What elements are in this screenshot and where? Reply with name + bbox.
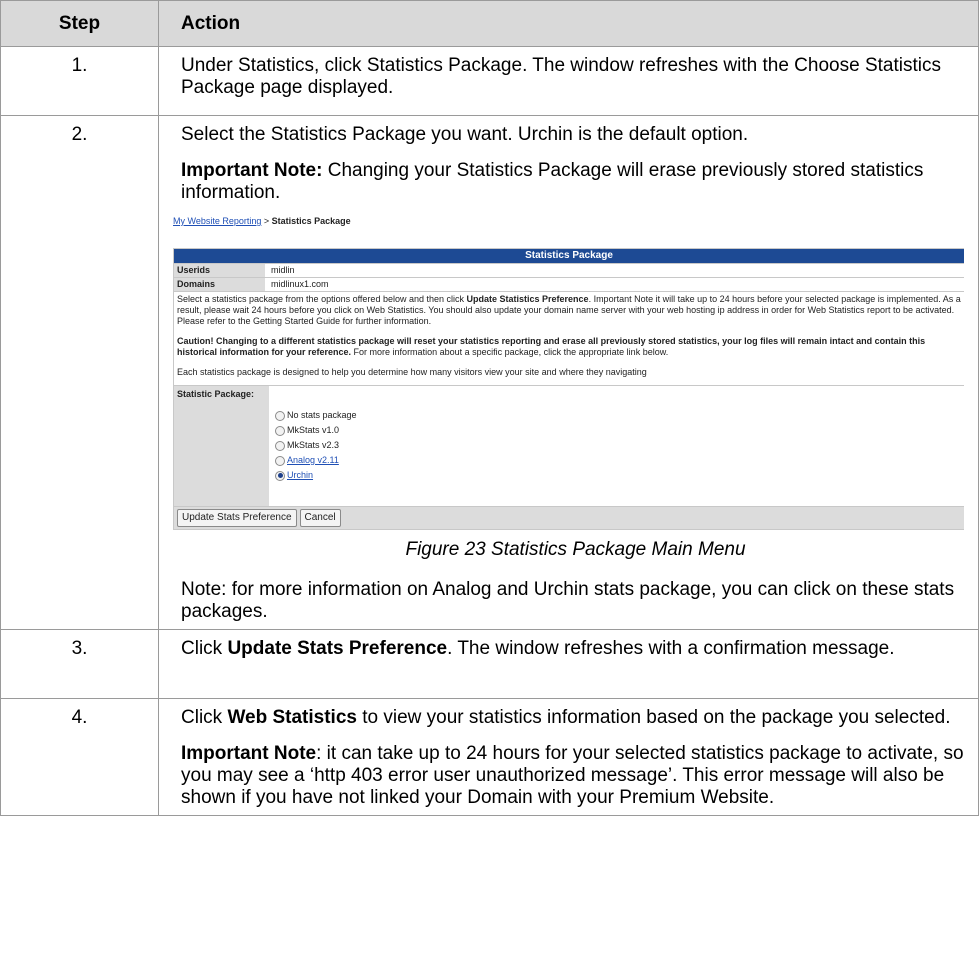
package-label: Statistic Package: <box>174 386 269 506</box>
domains-row: Domains midlinux1.com <box>174 277 964 291</box>
after-note: Note: for more information on Analog and… <box>181 579 955 622</box>
option-label: No stats package <box>287 410 357 420</box>
breadcrumb-separator: > <box>261 216 272 226</box>
table-row: 1. Under Statistics, click Statistics Pa… <box>0 46 979 116</box>
step-header: Step <box>0 0 159 47</box>
table-row: 3. Click Update Stats Preference. The wi… <box>0 629 979 699</box>
breadcrumb-link[interactable]: My Website Reporting <box>173 216 261 226</box>
option-label: MkStats v2.3 <box>287 440 340 450</box>
intro-text: Select a statistics package from the opt… <box>177 294 961 327</box>
step-text: Under Statistics, click Statistics Packa… <box>181 55 941 98</box>
note-label: Important Note: <box>181 160 323 181</box>
intro-bold: Update Statistics Preference <box>466 294 589 304</box>
each-text: Each statistics package is designed to h… <box>177 367 647 377</box>
package-section: Statistic Package: No stats package MkSt… <box>174 385 964 506</box>
important-note: Important Note: it can take up to 24 hou… <box>181 743 970 809</box>
statistics-package-screenshot: My Website Reporting > Statistics Packag… <box>173 216 964 530</box>
analog-link[interactable]: Analog v2.11 <box>287 455 339 466</box>
radio-icon[interactable] <box>275 440 285 451</box>
domains-label: Domains <box>174 278 265 291</box>
step-text: Click Update Stats Preference. The windo… <box>181 638 970 660</box>
step-number: 2. <box>0 115 159 630</box>
table-row: 2. Select the Statistics Package you wan… <box>0 115 979 630</box>
domains-value: midlinux1.com <box>271 279 329 289</box>
option-no-stats[interactable]: No stats package <box>275 408 357 423</box>
panel-title: Statistics Package <box>174 249 964 263</box>
caution-post: For more information about a specific pa… <box>351 347 669 357</box>
step-action: Select the Statistics Package you want. … <box>158 115 979 630</box>
userids-value: midlin <box>271 265 295 275</box>
step-action: Under Statistics, click Statistics Packa… <box>158 46 979 116</box>
radio-icon[interactable] <box>275 455 285 466</box>
statistics-package-panel: Statistics Package Userids midlin Domain… <box>173 248 964 530</box>
intro-pre: Select a statistics package from the opt… <box>177 294 467 304</box>
step-number: 3. <box>0 629 159 699</box>
userids-label: Userids <box>174 264 265 277</box>
radio-icon[interactable] <box>275 425 285 436</box>
update-stats-button[interactable]: Update Stats Preference <box>177 509 297 527</box>
step-action: Click Update Stats Preference. The windo… <box>158 629 979 699</box>
text-bold: Update Stats Preference <box>227 638 448 659</box>
step-text: Click Web Statistics to view your statis… <box>181 707 970 729</box>
text-pre: Click <box>181 707 228 728</box>
option-urchin[interactable]: Urchin <box>275 468 357 483</box>
text-post: to view your statistics information base… <box>356 707 951 728</box>
package-options: No stats package MkStats v1.0 MkStats v2… <box>269 386 357 506</box>
radio-selected-icon[interactable] <box>275 470 285 481</box>
option-label: MkStats v1.0 <box>287 425 340 435</box>
table-row: 4. Click Web Statistics to view your sta… <box>0 698 979 816</box>
text-bold: Web Statistics <box>227 707 357 728</box>
button-row: Update Stats Preference Cancel <box>174 506 964 529</box>
table-header-row: Step Action <box>0 0 979 47</box>
breadcrumb: My Website Reporting > Statistics Packag… <box>173 216 963 248</box>
step-action: Click Web Statistics to view your statis… <box>158 698 979 816</box>
document-page: Step Action 1. Under Statistics, click S… <box>0 0 979 816</box>
breadcrumb-current: Statistics Package <box>271 216 351 226</box>
caution-text: Caution! Changing to a different statist… <box>177 336 961 358</box>
option-mkstats-v1[interactable]: MkStats v1.0 <box>275 423 357 438</box>
action-header: Action <box>158 0 979 47</box>
option-mkstats-v2[interactable]: MkStats v2.3 <box>275 438 357 453</box>
cancel-button[interactable]: Cancel <box>299 509 341 527</box>
note-label: Important Note <box>181 743 317 764</box>
step-text: Select the Statistics Package you want. … <box>181 124 749 145</box>
important-note: Important Note: Changing your Statistics… <box>181 160 970 204</box>
radio-icon[interactable] <box>275 410 285 421</box>
urchin-link[interactable]: Urchin <box>287 470 313 481</box>
step-number: 1. <box>0 46 159 116</box>
userids-row: Userids midlin <box>174 263 964 277</box>
figure-caption: Figure 23 Statistics Package Main Menu <box>405 539 746 560</box>
option-analog[interactable]: Analog v2.11 <box>275 453 357 468</box>
step-number: 4. <box>0 698 159 816</box>
text-pre: Click <box>181 638 228 659</box>
instructions: Select a statistics package from the opt… <box>174 291 964 385</box>
steps-table: Step Action 1. Under Statistics, click S… <box>0 0 979 816</box>
text-post: . The window refreshes with a confirmati… <box>447 638 895 659</box>
